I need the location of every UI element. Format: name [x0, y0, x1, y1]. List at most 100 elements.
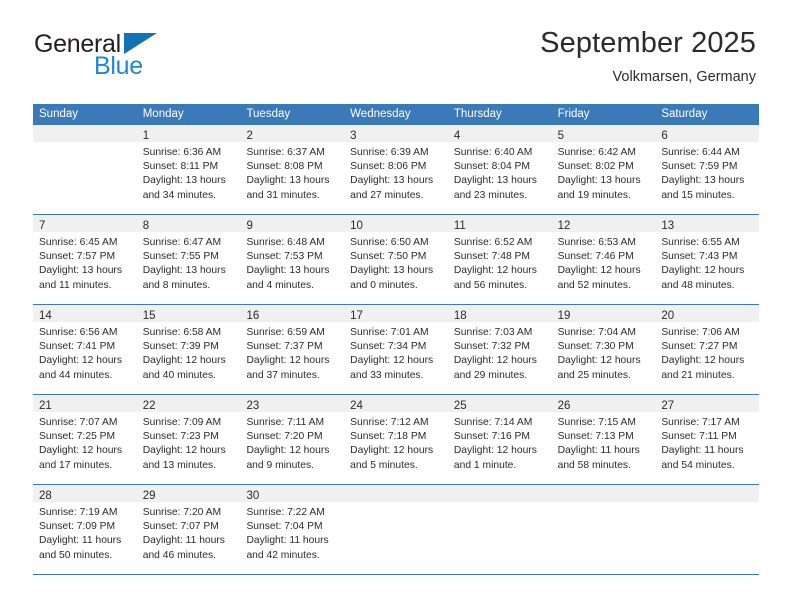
sunrise-line: Sunrise: 6:44 AM: [661, 147, 740, 158]
weekday-header-sunday: Sunday: [39, 108, 79, 120]
day-number: 10: [350, 220, 363, 232]
sunset-line: Sunset: 7:11 PM: [661, 431, 737, 443]
sunset-line: Sunset: 7:07 PM: [142, 521, 219, 533]
calendar-day-cell-30[interactable]: 30 Sunrise: 7:22 AM Sunset: 7:04 PM Dayl…: [240, 485, 345, 574]
page-title: September 2025: [540, 27, 756, 59]
daylight-line-2: and 37 minutes.: [246, 369, 320, 381]
sunset-line: Sunset: 7:34 PM: [350, 341, 427, 353]
calendar-day-cell-12[interactable]: 12 Sunrise: 6:53 AM Sunset: 7:46 PM Dayl…: [551, 215, 656, 304]
weekday-header-thursday: Thursday: [453, 108, 502, 120]
day-number: 8: [142, 220, 150, 232]
daylight-line-2: and 4 minutes.: [246, 279, 314, 291]
calendar-day-cell-6[interactable]: 6 Sunrise: 6:44 AM Sunset: 7:59 PM Dayli…: [655, 125, 760, 214]
calendar-day-cell-19[interactable]: 19 Sunrise: 7:04 AM Sunset: 7:30 PM Dayl…: [551, 305, 656, 394]
calendar-day-cell-18[interactable]: 18 Sunrise: 7:03 AM Sunset: 7:32 PM Dayl…: [447, 305, 552, 394]
day-number: 12: [557, 220, 571, 232]
sunrise-line: Sunrise: 7:22 AM: [246, 507, 325, 518]
day-number-band: [655, 485, 760, 502]
day-number-band: 19: [551, 305, 656, 322]
day-number: 29: [142, 490, 156, 502]
calendar-day-cell-22[interactable]: 22 Sunrise: 7:09 AM Sunset: 7:23 PM Dayl…: [136, 395, 241, 484]
day-number-band: 29: [136, 485, 241, 502]
sunset-line: Sunset: 7:09 PM: [39, 521, 116, 533]
weekday-header-wednesday: Wednesday: [350, 108, 411, 120]
daylight-line-1: Daylight: 13 hours: [453, 175, 537, 187]
day-details: Sunrise: 7:04 AM Sunset: 7:30 PM Dayligh…: [552, 322, 656, 383]
day-details: Sunrise: 7:20 AM Sunset: 7:07 PM Dayligh…: [137, 502, 241, 563]
calendar-grid: Sunday Monday Tuesday Wednesday Thursday…: [33, 104, 760, 575]
sunrise-line: Sunrise: 6:55 AM: [661, 237, 740, 248]
calendar-day-cell-29[interactable]: 29 Sunrise: 7:20 AM Sunset: 7:07 PM Dayl…: [136, 485, 241, 574]
day-number: 1: [142, 130, 150, 142]
day-details: Sunrise: 6:56 AM Sunset: 7:41 PM Dayligh…: [33, 322, 137, 383]
sunrise-line: Sunrise: 6:40 AM: [453, 147, 533, 158]
calendar-day-cell-3[interactable]: 3 Sunrise: 6:39 AM Sunset: 8:06 PM Dayli…: [344, 125, 448, 214]
general-blue-logo[interactable]: General Blue: [32, 26, 182, 82]
day-number: 2: [246, 130, 253, 142]
sunset-line: Sunset: 7:53 PM: [246, 251, 323, 263]
day-number-band: 20: [655, 305, 760, 322]
calendar-day-cell-21[interactable]: 21 Sunrise: 7:07 AM Sunset: 7:25 PM Dayl…: [33, 395, 137, 484]
day-number: 25: [453, 400, 467, 412]
daylight-line-1: Daylight: 11 hours: [661, 445, 744, 457]
calendar-day-cell-20[interactable]: 20 Sunrise: 7:06 AM Sunset: 7:27 PM Dayl…: [655, 305, 760, 394]
day-number-band: 7: [33, 215, 137, 232]
day-details: Sunrise: 6:53 AM Sunset: 7:46 PM Dayligh…: [552, 232, 656, 293]
calendar-day-cell-empty: [344, 485, 448, 574]
daylight-line-2: and 13 minutes.: [142, 459, 216, 471]
sunrise-line: Sunrise: 7:06 AM: [661, 327, 740, 338]
calendar-day-cell-5[interactable]: 5 Sunrise: 6:42 AM Sunset: 8:02 PM Dayli…: [551, 125, 656, 214]
day-details: Sunrise: 7:22 AM Sunset: 7:04 PM Dayligh…: [240, 502, 344, 563]
calendar-day-cell-26[interactable]: 26 Sunrise: 7:15 AM Sunset: 7:13 PM Dayl…: [551, 395, 656, 484]
calendar-day-cell-9[interactable]: 9 Sunrise: 6:48 AM Sunset: 7:53 PM Dayli…: [240, 215, 345, 304]
calendar-day-cell-23[interactable]: 23 Sunrise: 7:11 AM Sunset: 7:20 PM Dayl…: [240, 395, 345, 484]
calendar-day-cell-16[interactable]: 16 Sunrise: 6:59 AM Sunset: 7:37 PM Dayl…: [240, 305, 345, 394]
day-number-band: 2: [240, 125, 345, 142]
daylight-line-1: Daylight: 13 hours: [661, 175, 745, 187]
day-details: Sunrise: 7:14 AM Sunset: 7:16 PM Dayligh…: [448, 412, 552, 473]
calendar-day-cell-25[interactable]: 25 Sunrise: 7:14 AM Sunset: 7:16 PM Dayl…: [447, 395, 552, 484]
sunrise-line: Sunrise: 6:52 AM: [453, 237, 533, 248]
day-details: Sunrise: 7:01 AM Sunset: 7:34 PM Dayligh…: [344, 322, 448, 383]
calendar-day-cell-8[interactable]: 8 Sunrise: 6:47 AM Sunset: 7:55 PM Dayli…: [136, 215, 241, 304]
calendar-day-cell-2[interactable]: 2 Sunrise: 6:37 AM Sunset: 8:08 PM Dayli…: [240, 125, 345, 214]
calendar-day-cell-28[interactable]: 28 Sunrise: 7:19 AM Sunset: 7:09 PM Dayl…: [33, 485, 137, 574]
calendar-day-cell-empty: [655, 485, 760, 574]
daylight-line-1: Daylight: 12 hours: [350, 355, 434, 367]
calendar-day-cell-1[interactable]: 1 Sunrise: 6:36 AM Sunset: 8:11 PM Dayli…: [136, 125, 241, 214]
calendar-day-cell-13[interactable]: 13 Sunrise: 6:55 AM Sunset: 7:43 PM Dayl…: [655, 215, 760, 304]
sunset-line: Sunset: 7:18 PM: [350, 431, 427, 443]
day-number: 4: [453, 130, 461, 142]
calendar-page: General Blue September 2025 Volkmarsen, …: [0, 0, 792, 612]
day-details: Sunrise: 7:07 AM Sunset: 7:25 PM Dayligh…: [33, 412, 137, 473]
day-details: Sunrise: 6:52 AM Sunset: 7:48 PM Dayligh…: [448, 232, 552, 293]
day-number: 16: [246, 310, 260, 322]
calendar-day-cell-11[interactable]: 11 Sunrise: 6:52 AM Sunset: 7:48 PM Dayl…: [447, 215, 552, 304]
day-number: 15: [142, 310, 156, 322]
sunset-line: Sunset: 7:48 PM: [453, 251, 531, 263]
calendar-week-row-3: 14 Sunrise: 6:56 AM Sunset: 7:41 PM Dayl…: [33, 305, 760, 395]
calendar-day-cell-empty: [447, 485, 552, 574]
calendar-day-cell-24[interactable]: 24 Sunrise: 7:12 AM Sunset: 7:18 PM Dayl…: [344, 395, 448, 484]
calendar-day-cell-4[interactable]: 4 Sunrise: 6:40 AM Sunset: 8:04 PM Dayli…: [447, 125, 552, 214]
daylight-line-1: Daylight: 13 hours: [246, 265, 330, 277]
sunrise-line: Sunrise: 6:53 AM: [557, 237, 637, 248]
day-details: Sunrise: 6:59 AM Sunset: 7:37 PM Dayligh…: [240, 322, 344, 383]
calendar-day-cell-7[interactable]: 7 Sunrise: 6:45 AM Sunset: 7:57 PM Dayli…: [33, 215, 137, 304]
calendar-day-cell-14[interactable]: 14 Sunrise: 6:56 AM Sunset: 7:41 PM Dayl…: [33, 305, 137, 394]
sunrise-line: Sunrise: 7:14 AM: [453, 417, 533, 428]
calendar-day-cell-empty: [33, 125, 137, 214]
day-number: 20: [661, 310, 675, 322]
calendar-day-cell-15[interactable]: 15 Sunrise: 6:58 AM Sunset: 7:39 PM Dayl…: [136, 305, 241, 394]
day-number: 17: [350, 310, 363, 322]
daylight-line-2: and 21 minutes.: [661, 369, 735, 381]
day-number-band: 5: [551, 125, 656, 142]
day-number: 11: [453, 220, 466, 232]
day-details: [33, 142, 137, 146]
calendar-day-cell-17[interactable]: 17 Sunrise: 7:01 AM Sunset: 7:34 PM Dayl…: [344, 305, 448, 394]
calendar-day-cell-10[interactable]: 10 Sunrise: 6:50 AM Sunset: 7:50 PM Dayl…: [344, 215, 448, 304]
day-number: 19: [557, 310, 571, 322]
calendar-day-cell-27[interactable]: 27 Sunrise: 7:17 AM Sunset: 7:11 PM Dayl…: [655, 395, 760, 484]
daylight-line-2: and 17 minutes.: [39, 459, 113, 471]
day-number: 24: [350, 400, 363, 412]
